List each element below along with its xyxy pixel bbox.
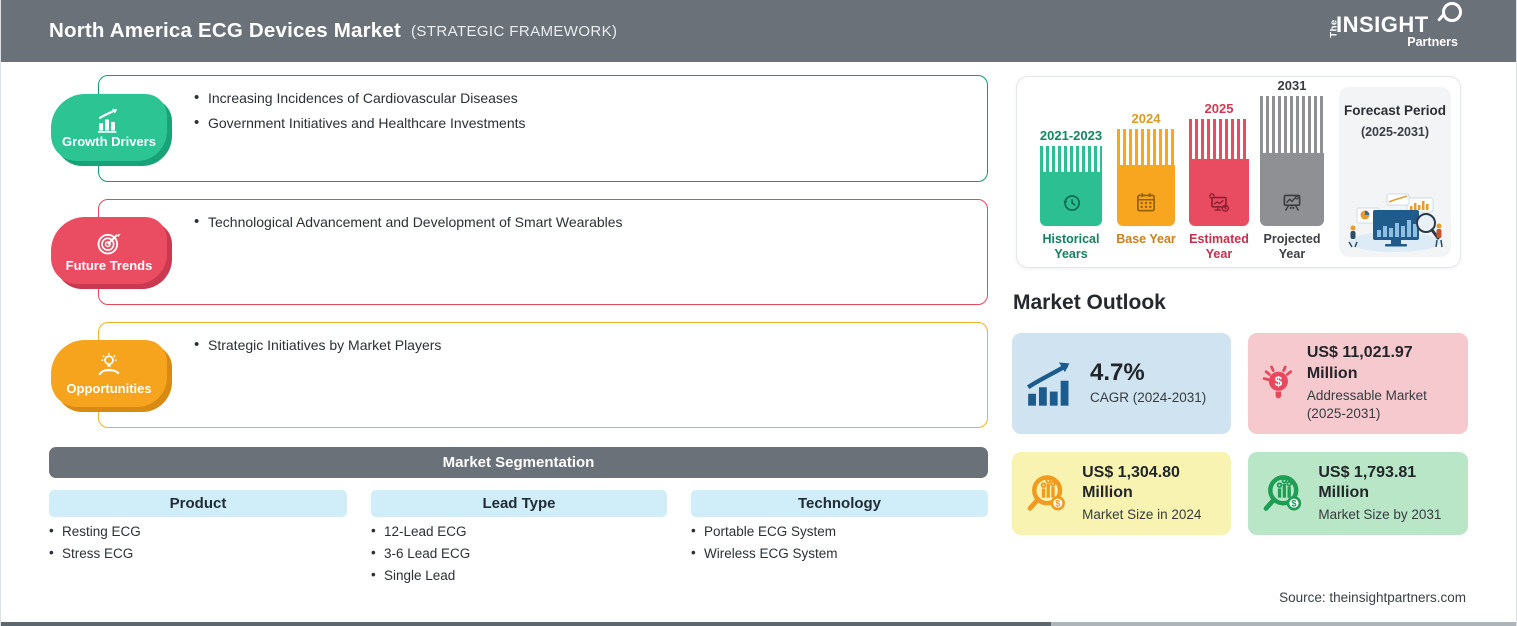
list-item: 3-6 Lead ECG [371,545,470,561]
svg-text:$: $ [1291,498,1296,508]
segmentation-column-technology: Technology [691,490,988,517]
addressable-market-label: Addressable Market (2025-2031) [1306,388,1427,422]
bottom-bar-left [1,622,1051,626]
cagr-label: CAGR (2024-2031) [1090,390,1207,406]
forecast-period-card: Forecast Period (2025-2031) [1339,87,1451,257]
future-trends-box: Technological Advancement and Developmen… [98,199,988,305]
opportunities-list: Strategic Initiatives by Market Players [99,323,987,353]
cagr-card: 4.7% CAGR (2024-2031) [1012,333,1231,434]
analytics-illustration [1348,193,1443,252]
logo-partners: Partners [1407,35,1458,49]
bar-label: Historical Years [1042,232,1100,261]
market-segmentation-header: Market Segmentation [49,447,988,478]
source-text: Source: theinsightpartners.com [1279,590,1466,605]
historical-years-bar [1040,146,1102,226]
market-size-2024-label: Market Size in 2024 [1082,507,1202,523]
list-item: Single Lead [371,567,470,583]
product-items: Resting ECG Stress ECG [49,523,141,568]
year-label: 2024 [1131,111,1161,126]
history-clock-icon [1063,195,1080,211]
projector-screen-icon [1283,194,1301,211]
bar-label: Base Year [1116,232,1176,246]
market-outlook-title: Market Outlook [1013,291,1166,314]
year-label: 2025 [1204,101,1234,116]
list-item: 12-Lead ECG [371,523,470,539]
calendar-icon [1137,193,1155,212]
lead-type-items: 12-Lead ECG 3-6 Lead ECG Single Lead [371,523,470,590]
magnifier-chart-orange-icon: $ [1027,474,1065,511]
estimate-monitor-icon: $ [1209,193,1229,212]
stripe-pattern [1117,129,1175,165]
segmentation-column-product: Product [49,490,347,517]
bar-label: Estimated Year [1189,232,1249,261]
list-item: Strategic Initiatives by Market Players [194,336,967,353]
addressable-market-value: US$ 11,021.97 Million [1306,344,1413,383]
stripe-pattern [1189,119,1249,159]
addressable-market-card: $ US$ 11,021.97 Million Addressable Mark… [1248,333,1468,434]
list-item: Resting ECG [49,523,141,539]
projected-year-bar [1260,96,1324,226]
badge-label: Opportunities [66,380,152,396]
header-bar: North America ECG Devices Market (STRATE… [1,0,1516,62]
growth-drivers-badge: Growth Drivers [51,94,167,161]
bulb-dollar-icon: $ [1262,365,1293,398]
list-item: Increasing Incidences of Cardiovascular … [194,89,967,106]
future-trends-badge: Future Trends [51,217,167,284]
cagr-growth-icon [1026,362,1070,406]
page-subtitle: (STRATEGIC FRAMEWORK) [411,22,618,40]
market-size-2031-label: Market Size by 2031 [1318,507,1442,523]
market-size-2031-card: $ US$ 1,793.81 Million Market Size by 20… [1248,452,1468,535]
svg-text:$: $ [1275,374,1283,389]
badge-label: Growth Drivers [62,134,156,149]
page-title: North America ECG Devices Market [49,19,401,42]
badge-label: Future Trends [65,257,153,273]
bar-label: Projected Year [1263,232,1321,261]
magnifier-icon [1442,2,1462,22]
infographic-canvas: North America ECG Devices Market (STRATE… [0,0,1517,626]
stripe-pattern [1260,96,1324,153]
svg-text:$: $ [1224,206,1227,212]
year-label: 2031 [1277,78,1307,93]
future-trends-list: Technological Advancement and Developmen… [99,200,987,230]
opportunities-badge: Opportunities [51,340,167,407]
hand-bulb-icon [98,352,120,375]
estimated-year-bar: $ [1189,119,1249,226]
market-size-2024-card: $ US$ 1,304.80 Million Market Size in 20… [1012,452,1231,535]
list-item: Stress ECG [49,545,141,561]
insight-partners-logo: The INSIGHT Partners [1328,2,1462,53]
timeline-panel: 2021-2023 2024 2025 2031 $ Historical Ye… [1016,76,1461,268]
forecast-range: (2025-2031) [1360,124,1430,139]
list-item: Wireless ECG System [691,545,838,561]
growth-drivers-list: Increasing Incidences of Cardiovascular … [99,76,987,131]
list-item: Portable ECG System [691,523,838,539]
opportunities-box: Strategic Initiatives by Market Players [98,322,988,428]
bottom-bar-right [1051,622,1516,626]
market-size-2031-value: US$ 1,793.81 Million [1318,463,1417,502]
growth-chart-icon [97,108,118,133]
forecast-title: Forecast Period [1343,103,1447,118]
market-size-2024-value: US$ 1,304.80 Million [1082,463,1180,502]
list-item: Technological Advancement and Developmen… [194,213,967,230]
target-dart-icon [97,233,121,254]
list-item: Government Initiatives and Healthcare In… [194,114,967,131]
magnifier-chart-green-icon: $ [1263,474,1302,511]
base-year-bar [1117,129,1175,226]
growth-drivers-box: Increasing Incidences of Cardiovascular … [98,75,988,182]
year-label: 2021-2023 [1039,128,1103,143]
cagr-value: 4.7% [1090,359,1145,387]
segmentation-column-lead-type: Lead Type [371,490,667,517]
svg-text:$: $ [1055,498,1060,508]
technology-items: Portable ECG System Wireless ECG System [691,523,838,568]
stripe-pattern [1040,146,1102,172]
